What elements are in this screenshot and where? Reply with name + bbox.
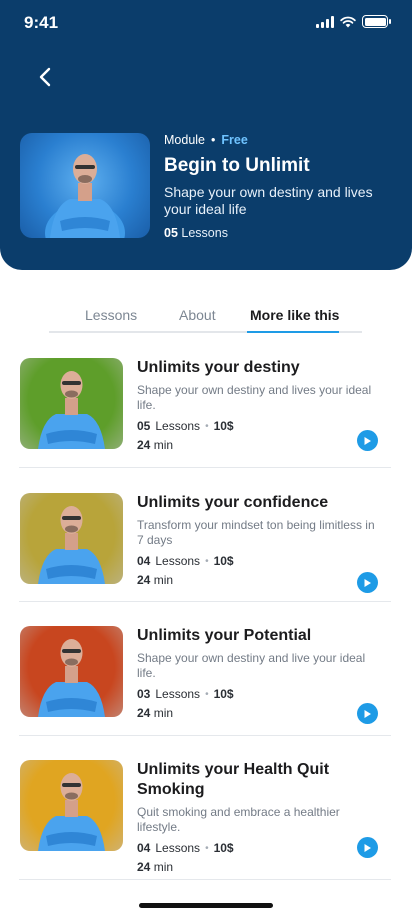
course-card[interactable]: Unlimits your Potential Shape your own d… [19,626,391,736]
course-lessons-label: Lessons [155,687,201,701]
status-bar: 9:41 [0,0,412,44]
course-title: Unlimits your destiny [137,359,300,376]
lessons-count-value: 05 [164,226,178,240]
course-price: 10$ [213,687,234,701]
play-button[interactable] [357,572,378,593]
tab-more-like-this[interactable]: More like this [250,307,339,323]
module-title: Begin to Unlimit [164,155,310,176]
course-card[interactable]: Unlimits your destiny Shape your own des… [19,358,391,468]
module-price-badge: Free [221,133,248,147]
course-title: Unlimits your Potential [137,627,312,644]
course-duration: 24 min [137,438,377,452]
course-meta: 03 Lessons • 10$ [137,687,377,701]
course-lessons-count: 05 [137,419,151,433]
course-thumbnail [20,760,123,851]
module-label: Module [164,133,205,147]
play-button[interactable] [357,430,378,451]
course-duration-value: 24 [137,573,151,587]
module-cover-image [20,133,150,238]
wifi-icon [340,16,356,27]
separator-dot: • [205,688,209,700]
play-button[interactable] [357,703,378,724]
status-time: 9:41 [24,13,59,32]
separator-dot: • [205,555,209,567]
course-description: Shape your own destiny and live your ide… [137,651,366,680]
course-duration-unit: min [153,438,174,452]
course-lessons-label: Lessons [155,554,201,568]
chevron-left-icon [39,67,51,87]
course-price: 10$ [213,554,234,568]
course-duration-value: 24 [137,860,151,874]
course-price: 10$ [213,841,234,855]
course-meta: 04 Lessons • 10$ [137,554,377,568]
course-lessons-count: 04 [137,841,151,855]
course-thumbnail [20,358,123,449]
module-type-row: Module • Free [164,133,394,147]
course-price: 10$ [213,419,234,433]
play-icon [364,843,371,852]
course-title: Unlimits your confidence [137,494,329,511]
course-card[interactable]: Unlimits your confidence Transform your … [19,493,391,602]
course-thumbnail [20,626,123,717]
course-card[interactable]: Unlimits your Health Quit Smoking Quit s… [19,760,391,880]
course-description: Quit smoking and embrace a healthier lif… [137,805,340,834]
separator-dot: • [205,842,209,854]
course-lessons-count: 04 [137,554,151,568]
course-info: Unlimits your confidence Transform your … [137,493,377,587]
tab-bar: Lessons About More like this [49,305,362,333]
play-icon [364,578,371,587]
lessons-count-label: Lessons [181,226,228,240]
back-button[interactable] [30,62,60,92]
battery-icon [362,15,391,28]
module-info: Module • Free Begin to Unlimit Shape you… [164,133,394,240]
course-duration-value: 24 [137,706,151,720]
course-meta: 04 Lessons • 10$ [137,841,377,855]
play-icon [364,709,371,718]
module-description: Shape your own destiny and lives your id… [164,184,373,217]
tab-lessons[interactable]: Lessons [85,307,137,323]
course-info: Unlimits your Health Quit Smoking Quit s… [137,760,377,874]
play-icon [364,436,371,445]
content-sheet: Lessons About More like this Unlimits yo… [0,283,412,917]
play-button[interactable] [357,837,378,858]
cellular-signal-icon [316,15,334,28]
course-info: Unlimits your destiny Shape your own des… [137,358,377,452]
course-thumbnail [20,493,123,584]
module-header: 9:41 Module • Free Begin to Unlimit Shap… [0,0,412,270]
course-duration: 24 min [137,860,377,874]
course-lessons-label: Lessons [155,419,201,433]
active-tab-indicator [247,331,339,333]
separator-dot: • [211,133,216,147]
course-lessons-label: Lessons [155,841,201,855]
course-duration-unit: min [153,573,174,587]
course-description: Shape your own destiny and lives your id… [137,383,372,412]
course-duration-unit: min [153,706,174,720]
module-lessons-count: 05 Lessons [164,226,394,240]
status-icons [316,15,391,28]
course-meta: 05 Lessons • 10$ [137,419,377,433]
course-duration-unit: min [153,860,174,874]
course-duration: 24 min [137,573,377,587]
course-title: Unlimits your Health Quit Smoking [137,761,330,798]
home-indicator [139,903,273,908]
course-duration: 24 min [137,706,377,720]
course-duration-value: 24 [137,438,151,452]
tab-about[interactable]: About [179,307,216,323]
separator-dot: • [205,420,209,432]
course-description: Transform your mindset ton being limitle… [137,518,375,547]
course-lessons-count: 03 [137,687,151,701]
course-info: Unlimits your Potential Shape your own d… [137,626,377,720]
